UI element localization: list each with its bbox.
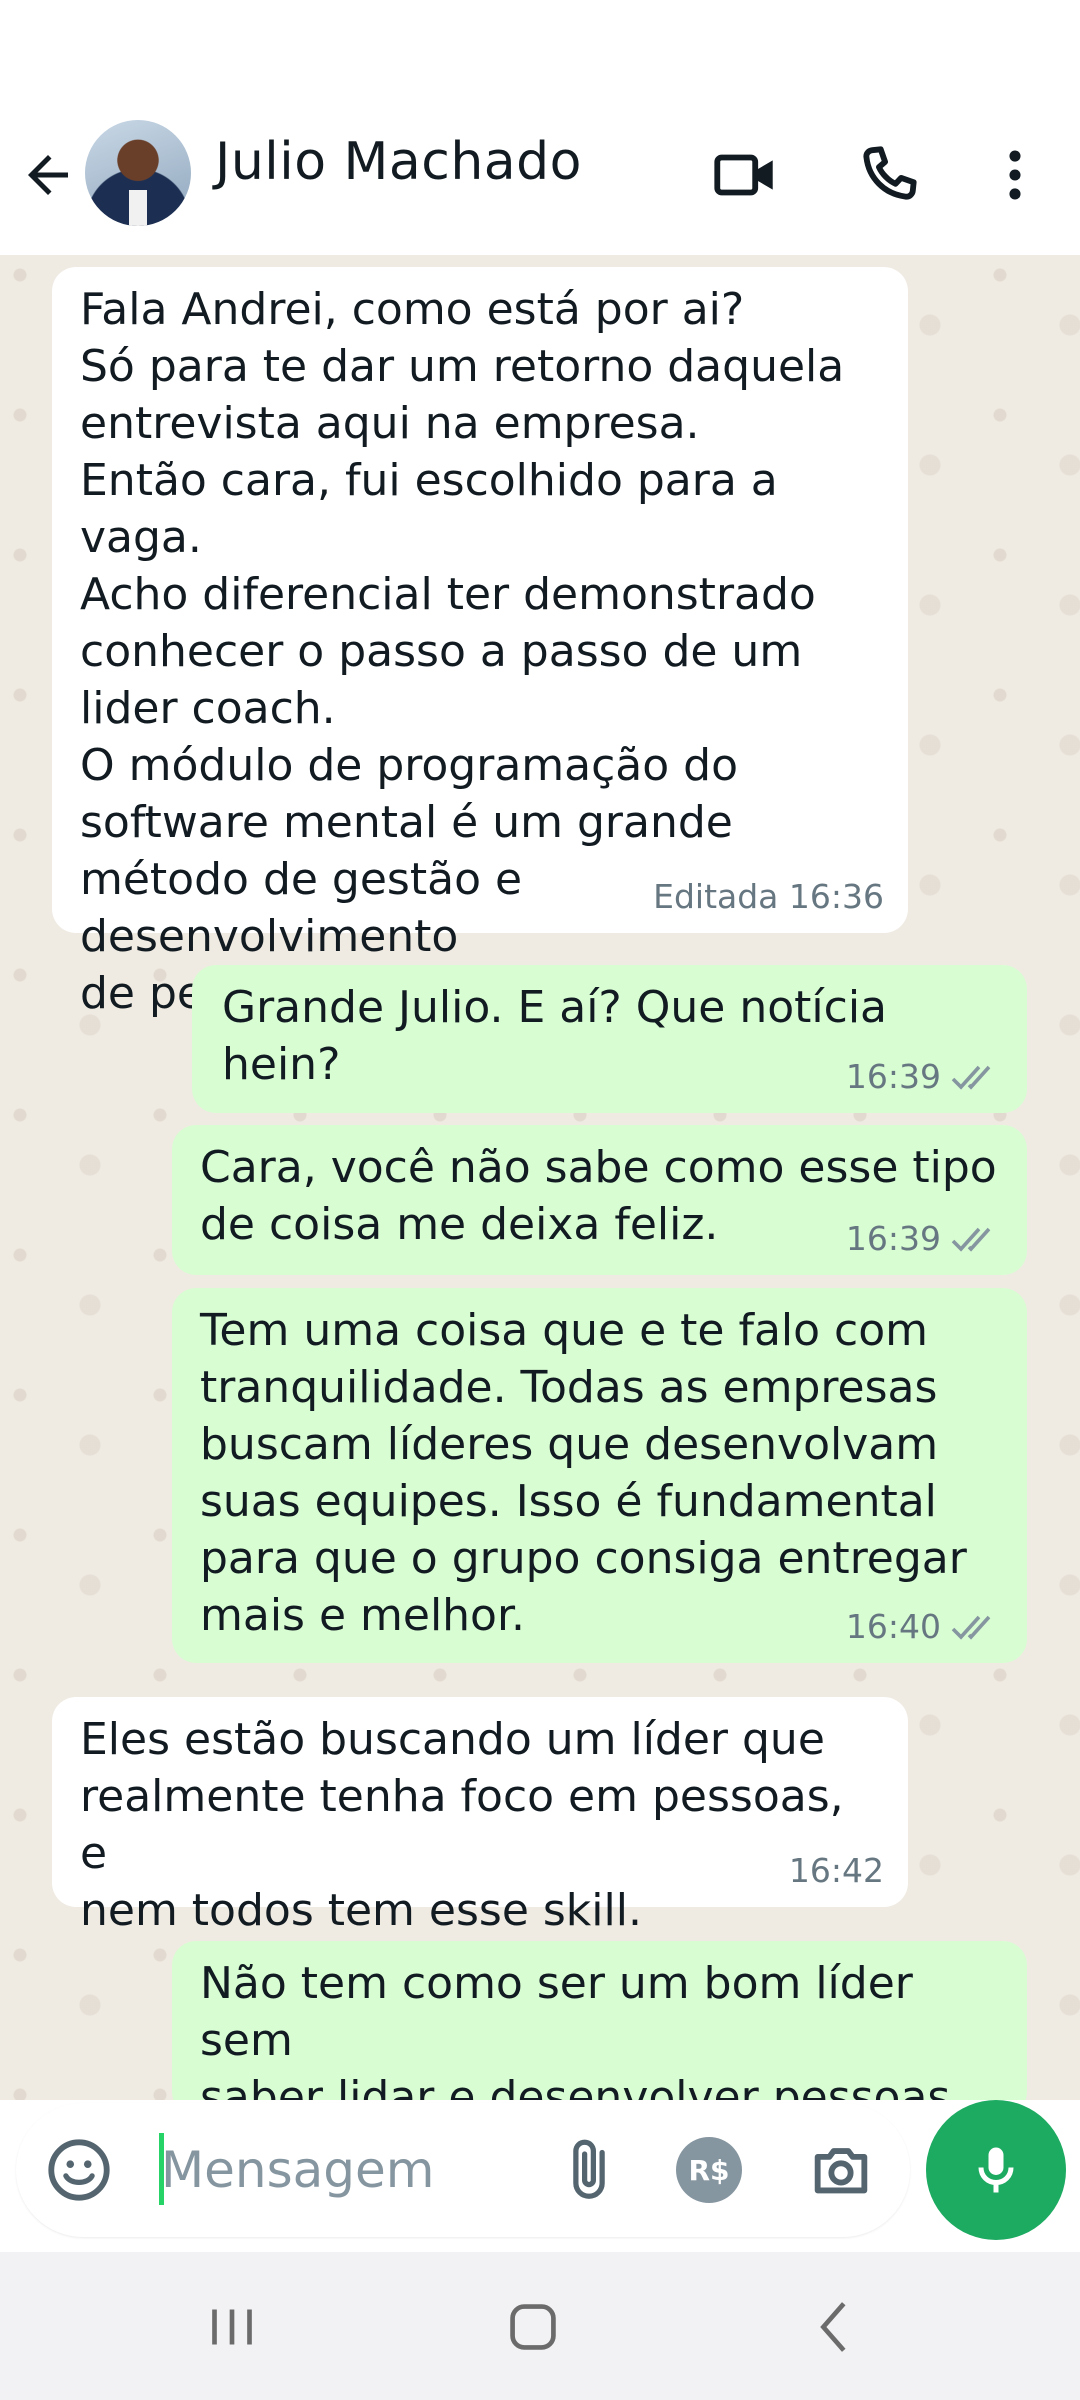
status-bar (0, 0, 1080, 110)
system-nav-bar (0, 2252, 1080, 2400)
emoji-icon[interactable] (44, 2135, 114, 2205)
message-meta: 16:42 (789, 1842, 884, 1899)
back-nav-icon[interactable] (800, 2292, 870, 2362)
message-meta: 16:39 (846, 1210, 1003, 1267)
message-time: 16:39 (845, 1057, 941, 1096)
message-meta: Editada 16:36 (653, 868, 884, 925)
message-text: Tem uma coisa que e te falo com tranquil… (200, 1305, 967, 1641)
contact-name[interactable]: Julio Machado (215, 132, 582, 192)
recent-apps-icon[interactable] (197, 2292, 267, 2362)
message-bubble-incoming[interactable]: Fala Andrei, como está por ai? Só para t… (52, 267, 908, 1019)
message-composer[interactable]: Mensagem R$ (16, 2103, 910, 2237)
message-text: Não tem como ser um bom líder sem saber … (200, 1958, 951, 2100)
video-call-icon[interactable] (710, 140, 780, 210)
message-bubble-outgoing[interactable]: Grande Julio. E aí? Que notícia hein? 16… (192, 965, 1027, 1113)
read-ticks-icon (951, 1065, 991, 1090)
message-time: 16:40 (845, 1607, 941, 1646)
message-text: Eles estão buscando um líder que realmen… (80, 1714, 844, 1936)
camera-icon[interactable] (806, 2135, 876, 2205)
avatar[interactable] (85, 120, 191, 226)
avatar-shirt (129, 190, 147, 226)
message-bubble-outgoing[interactable]: Tem uma coisa que e te falo com tranquil… (172, 1288, 1027, 1663)
chat-area[interactable]: Fala Andrei, como está por ai? Só para t… (0, 255, 1080, 2100)
payment-icon[interactable]: R$ (676, 2137, 742, 2203)
message-bubble-outgoing[interactable]: Não tem como ser um bom líder sem saber … (172, 1941, 1027, 2100)
mic-button[interactable] (926, 2100, 1066, 2240)
message-bubble-outgoing[interactable]: Cara, você não sabe como esse tipo de co… (172, 1125, 1027, 1275)
message-time: 16:39 (845, 1219, 941, 1258)
voice-call-icon[interactable] (853, 140, 923, 210)
read-ticks-icon (951, 1227, 991, 1252)
attach-icon[interactable] (554, 2135, 624, 2205)
back-arrow-icon[interactable] (18, 145, 78, 205)
message-meta: 16:39 (846, 1048, 1003, 1105)
message-bubble-incoming[interactable]: Eles estão buscando um líder que realmen… (52, 1697, 908, 1936)
message-time: Editada 16:36 (653, 877, 884, 916)
chat-header: Julio Machado (0, 110, 1080, 255)
message-meta: 16:40 (846, 1598, 1003, 1655)
message-input[interactable]: Mensagem (161, 2141, 435, 2199)
message-time: 16:42 (788, 1851, 884, 1890)
mic-icon (978, 2147, 1014, 2193)
home-icon[interactable] (498, 2292, 568, 2362)
read-ticks-icon (951, 1615, 991, 1640)
more-options-icon[interactable] (980, 140, 1050, 210)
